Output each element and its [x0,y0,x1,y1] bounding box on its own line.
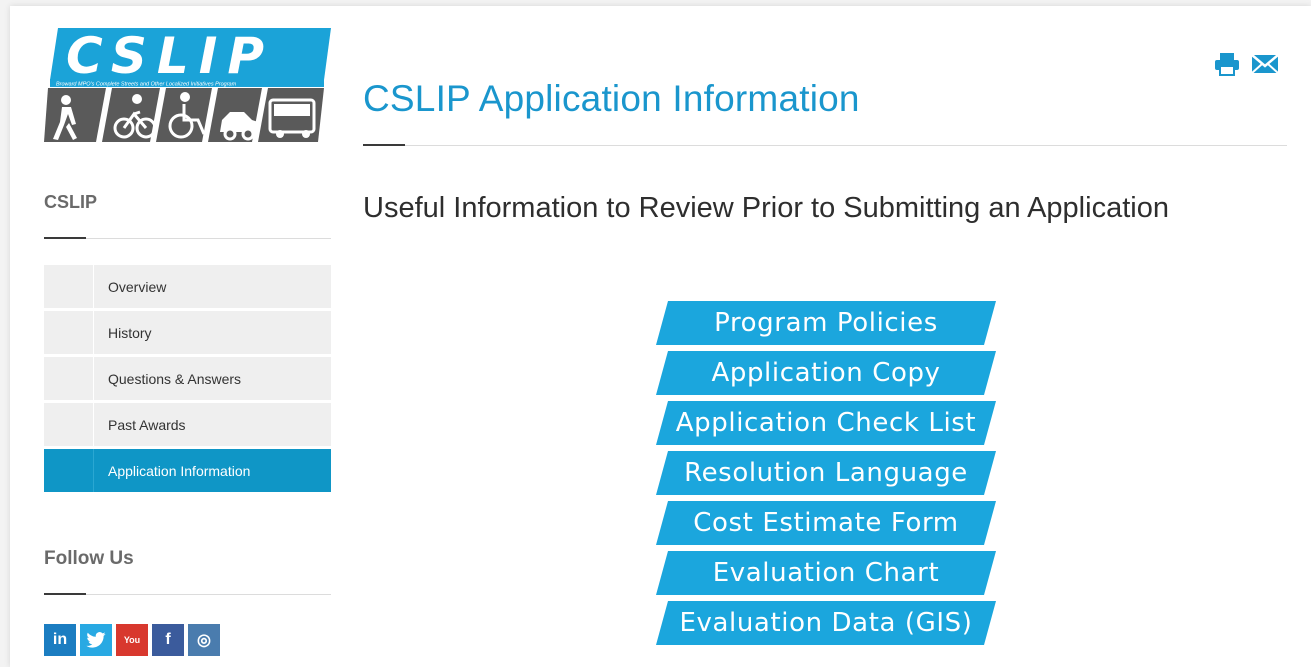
sidebar-item-label: Questions & Answers [108,370,242,387]
program-policies-button[interactable]: Program Policies [656,301,996,345]
twitter-icon[interactable] [80,624,112,656]
button-label: Cost Estimate Form [693,508,959,538]
application-copy-button[interactable]: Application Copy [656,351,996,395]
nav-stripe [93,311,94,354]
envelope-icon[interactable] [1251,52,1279,76]
nav-stripe [93,449,94,492]
title-accent [363,144,405,146]
youtube-icon[interactable]: You [116,624,148,656]
evaluation-data-gis-button[interactable]: Evaluation Data (GIS) [656,601,996,645]
section-subtitle: Useful Information to Review Prior to Su… [363,192,1169,224]
nav-stripe [93,357,94,400]
application-check-list-button[interactable]: Application Check List [656,401,996,445]
sidebar-item-label: Application Information [108,462,251,479]
nav-stripe [93,403,94,446]
facebook-glyph: f [165,631,171,648]
follow-accent [44,593,86,595]
cost-estimate-form-button[interactable]: Cost Estimate Form [656,501,996,545]
page: CSLIP Broward MPO's Complete Streets and… [10,6,1311,667]
social-links: in You f ◎ [44,624,220,656]
instagram-icon[interactable]: ◎ [188,624,220,656]
page-tools [1213,52,1279,76]
sidebar-item-past-awards[interactable]: Past Awards [44,403,331,446]
button-label: Application Copy [711,358,941,388]
button-label: Evaluation Chart [712,558,940,588]
facebook-icon[interactable]: f [152,624,184,656]
linkedin-icon[interactable]: in [44,624,76,656]
button-label: Resolution Language [684,458,968,488]
sidebar-nav: Overview History Questions & Answers Pas… [44,265,331,495]
sidebar-item-label: Overview [108,278,167,295]
printer-icon[interactable] [1213,52,1241,76]
sidebar-heading-accent [44,237,86,239]
follow-divider [44,594,331,595]
document-button-stack: Program Policies Application Copy Applic… [656,301,996,651]
title-divider [363,145,1287,146]
follow-us-heading: Follow Us [44,548,134,569]
svg-text:Broward MPO's Complete Streets: Broward MPO's Complete Streets and Other… [56,82,237,88]
logo-wordmark: CSLIP [66,28,274,85]
nav-stripe [93,265,94,308]
sidebar-heading: CSLIP [44,192,98,212]
sidebar-item-label: History [108,324,152,341]
twitter-bird [86,632,106,648]
sidebar-item-overview[interactable]: Overview [44,265,331,308]
button-label: Application Check List [675,408,977,438]
button-label: Program Policies [714,308,938,338]
sidebar-item-history[interactable]: History [44,311,331,354]
sidebar-item-application-information[interactable]: Application Information [44,449,331,492]
page-title: CSLIP Application Information [363,78,860,119]
sidebar-heading-divider [44,238,331,239]
button-label: Evaluation Data (GIS) [679,608,973,638]
evaluation-chart-button[interactable]: Evaluation Chart [656,551,996,595]
cslip-logo[interactable]: CSLIP Broward MPO's Complete Streets and… [44,28,331,142]
instagram-glyph: ◎ [197,632,211,649]
sidebar-item-questions-answers[interactable]: Questions & Answers [44,357,331,400]
youtube-glyph: You [123,635,141,645]
linkedin-glyph: in [52,631,68,648]
resolution-language-button[interactable]: Resolution Language [656,451,996,495]
sidebar-item-label: Past Awards [108,416,186,433]
